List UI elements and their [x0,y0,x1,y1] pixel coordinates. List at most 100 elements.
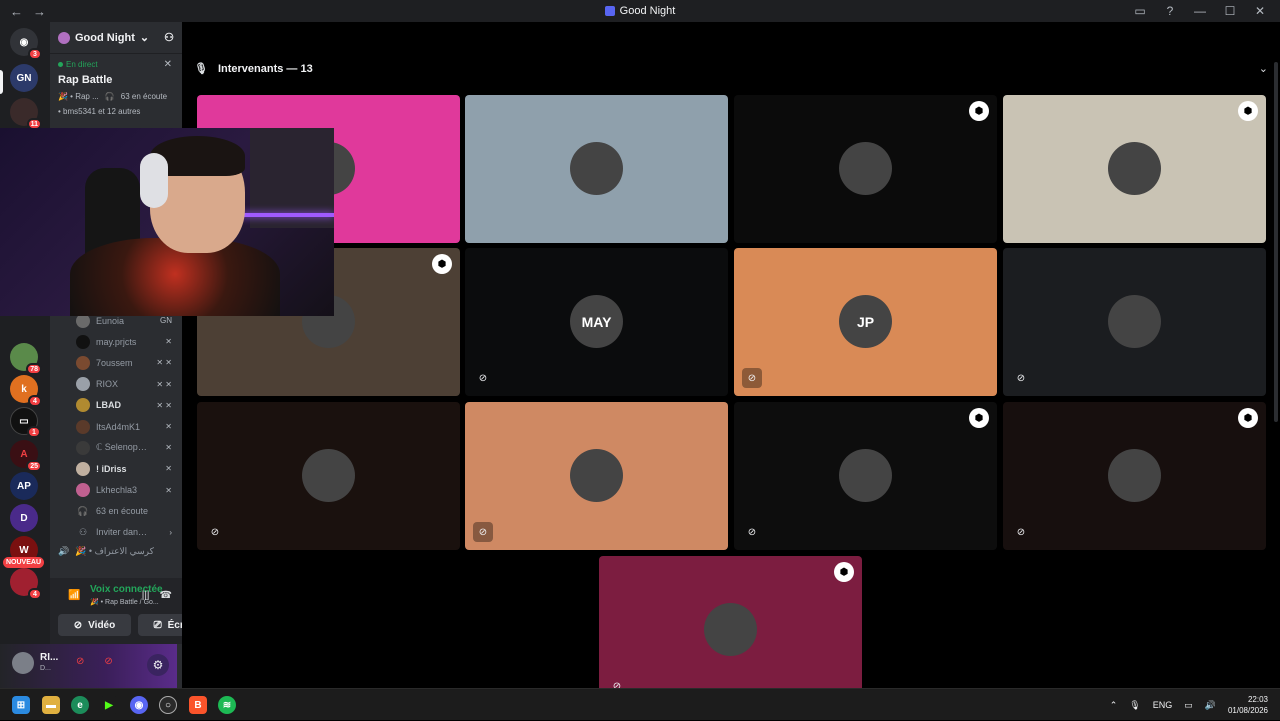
avatar[interactable] [12,652,34,674]
avatar: JP [839,295,892,348]
camera-off-icon: ⊘ [73,619,83,631]
listening-count: 63 en écoute [120,92,168,101]
windows-start-icon[interactable]: ⊞ [12,696,30,714]
close-icon[interactable]: ✕ [1252,4,1268,18]
close-icon[interactable]: ✕ [164,59,172,70]
mute-status-icon: ✕ ✕ [156,400,172,410]
server-icon-3[interactable]: 78 [10,343,42,375]
mic-muted-icon: ⊘ [210,526,220,538]
chevron-down-icon[interactable]: ⌄ [1259,62,1268,75]
server-avatar [58,31,70,44]
speakers-header: 🎙 Intervenants — 13 [194,62,313,76]
maximize-icon[interactable]: ☐ [1222,4,1238,18]
listening-count: 63 en écoute [96,506,149,517]
date: 01/08/2026 [1227,706,1268,715]
discord-icon[interactable]: ◉ [130,696,148,714]
network-icon[interactable]: ▭ [1184,700,1193,711]
forward-arrow-icon[interactable]: → [33,4,46,19]
chevron-up-icon[interactable]: ⌃ [1110,700,1118,711]
speaker-tile[interactable]: ⊘ [465,402,728,550]
member-row[interactable]: LBAD ✕ ✕ [50,395,182,416]
back-arrow-icon[interactable]: ← [10,4,23,19]
gear-icon[interactable]: ⚙ [147,654,169,676]
member-row[interactable]: Lkhechla3 ✕ [50,480,182,501]
speaker-tile[interactable]: ⬢ [734,95,997,243]
speaker-tile[interactable]: MAY ⊘ [465,248,728,396]
member-row[interactable]: ! iDriss ✕ [50,458,182,479]
video-button[interactable]: ⊘ Vidéo [58,614,131,636]
server-good-night[interactable]: GN [10,64,38,92]
inbox-icon[interactable]: ▭ [1132,4,1148,18]
kick-icon[interactable]: ▶ [100,696,118,714]
server-icon-2[interactable]: 11 [10,98,42,130]
member-row[interactable]: may.prjcts ✕ [50,331,182,352]
avatar [76,461,90,476]
moderator-badge-icon: ⬢ [969,101,989,121]
help-icon[interactable]: ? [1162,4,1178,18]
avatar [704,603,757,656]
stage-channel-item[interactable]: 🔊 🎉 • كرسي الاعتراف [58,546,154,557]
language-indicator[interactable]: ENG [1153,700,1173,710]
speaker-tile[interactable]: ⬢ ⊘ [1003,402,1266,550]
speaker-tile[interactable]: JP ⊘ [734,248,997,396]
headphones-shape [140,153,168,208]
scrollbar[interactable] [1274,62,1278,422]
avatar [302,449,355,502]
brave-icon[interactable]: B [189,696,207,714]
add-member-icon[interactable]: ⚇ [164,31,174,44]
member-row[interactable]: 7oussem ✕ ✕ [50,352,182,373]
server-name: Good Night [75,31,135,44]
server-icon-7[interactable]: AP [10,472,38,500]
stage-name: Rap Battle [58,74,113,86]
history-nav: ← → [0,4,46,19]
user-status: D... [40,665,51,672]
selected-indicator [0,70,3,94]
server-icon-4[interactable]: k 4 [10,375,42,407]
speaker-tile[interactable]: ⊘ [1003,248,1266,396]
disconnect-icon[interactable]: ☎ [160,590,172,601]
webcam-overlay[interactable] [0,128,334,316]
microphone-icon[interactable]: 🎙 [1129,700,1140,711]
stage-channel-icon: 🔊 [58,546,70,556]
led-strip [240,213,334,217]
speaker-tile[interactable] [465,95,728,243]
speaker-tile[interactable]: ⬢ ⊘ [734,402,997,550]
clock[interactable]: 22:03 01/08/2026 [1228,694,1268,716]
speaker-tile[interactable]: ⬢ ⊘ [599,556,862,704]
member-name: ItsAd4mK1 [96,421,141,432]
dm-badge: 3 [28,48,42,60]
speaker-tile[interactable]: ⬢ [1003,95,1266,243]
member-row[interactable]: ItsAd4mK1 ✕ [50,416,182,437]
volume-icon[interactable]: 🔊 [1205,700,1216,711]
mute-status-icon: ✕ [165,337,172,347]
window-title: Good Night [0,5,1280,17]
edge-icon[interactable]: e [71,696,89,714]
mic-muted-icon: ⊘ [473,522,493,542]
time: 22:03 [1247,695,1268,704]
member-row[interactable]: ℂ Selenophile ✕ [50,437,182,458]
file-explorer-icon[interactable]: ▬ [42,696,60,714]
minimize-icon[interactable]: — [1192,4,1208,18]
live-stage-card[interactable]: En direct ✕ Rap Battle 🎉 • Rap ... 🎧 63 … [50,54,182,122]
server-header[interactable]: Good Night ⌄ ⚇ [50,22,182,54]
mic-muted-icon: ⊘ [742,368,762,388]
deafened-icon[interactable]: ⊘ [104,656,112,667]
obs-icon[interactable]: ○ [159,696,177,714]
server-icon-10[interactable]: 4 [10,568,42,600]
avatar [76,483,90,498]
member-row[interactable]: RIOX ✕ ✕ [50,374,182,395]
invite-row[interactable]: ⚇ Inviter dans ... › [50,522,182,543]
direct-messages-icon[interactable]: ◉ 3 [10,28,42,60]
window-controls: ▭ ? — ☐ ✕ [1132,0,1280,22]
mic-muted-icon[interactable]: ⊘ [76,656,84,667]
server-badge: 1 [27,426,41,438]
speaker-tile[interactable]: ⊘ [197,402,460,550]
system-tray: ⌃ 🎙 ENG ▭ 🔊 22:03 01/08/2026 [1110,689,1268,721]
noise-suppression-icon[interactable]: ||| [142,590,150,601]
listening-row[interactable]: 🎧 63 en écoute [50,501,182,522]
moderator-badge-icon: ⬢ [1238,101,1258,121]
server-icon-5[interactable]: ▭ 1 [10,407,41,438]
spotify-icon[interactable]: ≋ [218,696,236,714]
server-icon-6[interactable]: A 25 [10,440,42,472]
server-icon-8[interactable]: D [10,504,38,532]
